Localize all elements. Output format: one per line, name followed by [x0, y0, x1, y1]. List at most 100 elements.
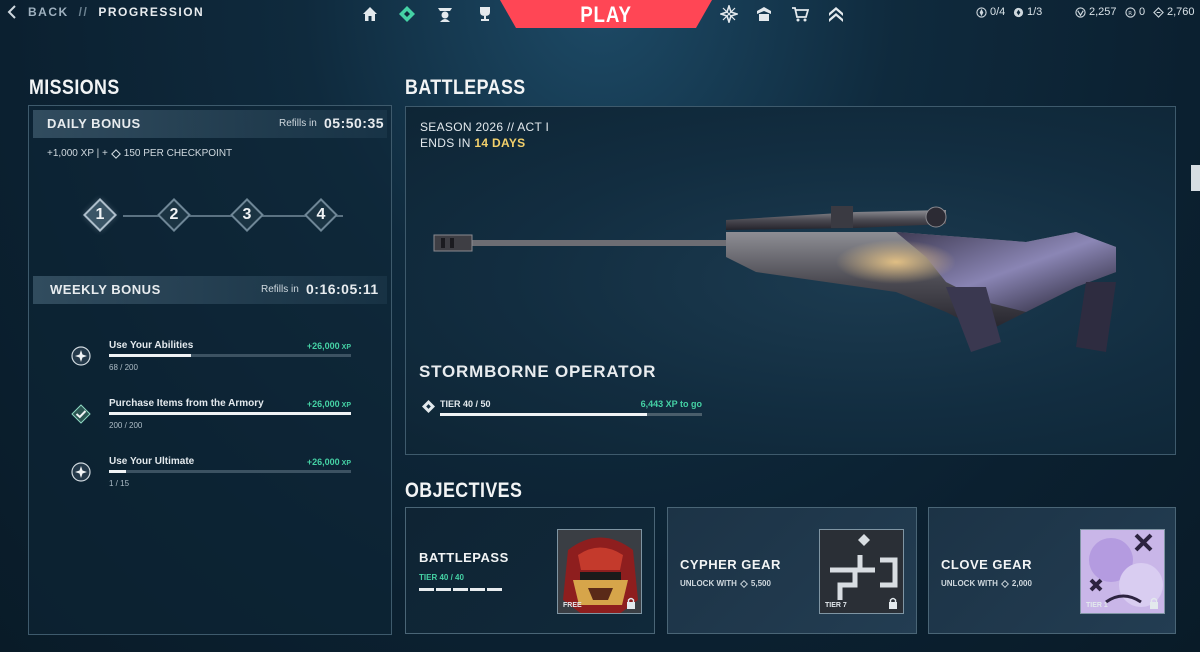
reward-tag: TIER 7	[825, 602, 847, 609]
back-button[interactable]: BACK // PROGRESSION	[6, 5, 204, 19]
mission-progress-fill	[109, 354, 191, 357]
radianite-icon	[976, 6, 987, 18]
objective-title: CYPHER GEAR	[680, 557, 781, 572]
social-icon[interactable]	[753, 4, 775, 24]
sparkle-icon	[71, 346, 91, 366]
reward-tag: FREE	[563, 602, 582, 609]
objective-subtitle: TIER 40 / 40	[419, 573, 464, 582]
battlepass-xp-remaining: 6,443 XP to go	[640, 399, 702, 409]
objective-title: BATTLEPASS	[419, 550, 509, 565]
checkpoint-4: 4	[304, 198, 338, 232]
radianite-points-icon: R	[1125, 6, 1136, 18]
kingdom-icon	[1013, 7, 1024, 17]
weekly-bonus-header: WEEKLY BONUS Refills in 0:16:05:11	[33, 276, 387, 304]
tier-segment	[436, 588, 451, 591]
store-icon[interactable]	[789, 4, 811, 24]
currency-valorant-points[interactable]: 2,257	[1075, 6, 1117, 18]
agents-icon[interactable]	[434, 4, 456, 24]
trophy-icon[interactable]	[474, 4, 496, 24]
tier-segment	[470, 588, 485, 591]
battlepass-item-name: STORMBORNE OPERATOR	[419, 362, 657, 381]
currency-kingdom-credits[interactable]: 2,760	[1153, 6, 1195, 18]
clove-gear-thumbnail: TIER 1	[1080, 529, 1165, 614]
battlepass-panel[interactable]: SEASON 2026 // ACT I ENDS IN 14 DAYS STO…	[405, 106, 1176, 455]
mission-xp: +26,000 XP	[306, 457, 351, 467]
mission-name: Use Your Ultimate	[109, 456, 195, 467]
mission-count: 200 / 200	[109, 421, 143, 430]
objective-card-battlepass[interactable]: BATTLEPASS TIER 40 / 40 FREE	[405, 507, 655, 634]
back-label: BACK	[28, 5, 69, 19]
svg-text:R: R	[1128, 10, 1132, 16]
kingdom-credits-icon	[1153, 6, 1164, 18]
daily-bonus-title: DAILY BONUS	[47, 116, 141, 131]
tier-segment	[419, 588, 434, 591]
currency-radianite-points[interactable]: R 0	[1125, 6, 1145, 18]
battlepass-reward-thumbnail: FREE	[557, 529, 642, 614]
currency-radianite[interactable]: 0/4	[976, 6, 1005, 18]
collection-icon[interactable]	[718, 4, 740, 24]
currency-value: 0	[1139, 6, 1146, 18]
breadcrumb-separator: //	[78, 5, 89, 19]
top-bar: BACK // PROGRESSION PLAY 0/4 1/3 2,257 R…	[0, 0, 1200, 28]
mission-progress-fill	[109, 412, 351, 415]
objectives-heading: OBJECTIVES	[405, 479, 523, 502]
battlepass-heading: BATTLEPASS	[405, 76, 526, 99]
mission-name: Purchase Items from the Armory	[109, 398, 264, 409]
battlepass-icon[interactable]	[396, 4, 418, 24]
lock-icon	[1150, 597, 1158, 609]
rifle-image	[433, 206, 1116, 352]
lock-icon	[889, 597, 897, 609]
currency-value: 0/4	[990, 6, 1006, 18]
play-label: PLAY	[580, 2, 632, 27]
objective-card-clove-gear[interactable]: CLOVE GEAR UNLOCK WITH 2,000 TIER 1	[928, 507, 1176, 634]
play-button[interactable]: PLAY	[500, 0, 712, 28]
lock-icon	[627, 597, 635, 609]
check-icon	[71, 404, 91, 424]
reward-tag: TIER 1	[1086, 602, 1108, 609]
daily-bonus-header: DAILY BONUS Refills in 05:50:35	[33, 110, 387, 138]
checkpoint-1: 1	[83, 198, 117, 232]
battlepass-tier-icon	[422, 400, 435, 413]
battlepass-progress-fill	[440, 413, 647, 416]
weekly-timer: 0:16:05:11	[306, 281, 379, 297]
missions-heading: MISSIONS	[29, 76, 120, 99]
mission-name: Use Your Abilities	[109, 340, 194, 351]
days-remaining: 14 DAYS	[474, 136, 526, 150]
home-icon[interactable]	[359, 4, 381, 24]
currency-kingdom[interactable]: 1/3	[1013, 6, 1042, 18]
season-label: SEASON 2026 // ACT I	[420, 120, 550, 134]
daily-bonus-description: +1,000 XP | + 150 PER CHECKPOINT	[47, 148, 232, 159]
objective-card-cypher-gear[interactable]: CYPHER GEAR UNLOCK WITH 5,500 TIER 7	[667, 507, 917, 634]
kingdom-credits-icon	[1000, 579, 1009, 588]
checkpoint-2: 2	[157, 198, 191, 232]
breadcrumb-current: PROGRESSION	[98, 5, 205, 19]
mission-xp: +26,000 XP	[306, 341, 351, 351]
cypher-gear-thumbnail: TIER 7	[819, 529, 904, 614]
daily-refill-label: Refills in	[279, 118, 317, 129]
mission-progress-track	[109, 470, 351, 473]
currency-value: 2,760	[1167, 6, 1195, 18]
tier-segment	[487, 588, 502, 591]
mission-progress-fill	[109, 470, 126, 473]
kingdom-credits-icon	[739, 579, 748, 588]
currency-value: 1/3	[1027, 6, 1043, 18]
objective-subtitle: UNLOCK WITH 5,500	[680, 579, 771, 588]
mission-count: 1 / 15	[109, 479, 130, 488]
sparkle-icon	[71, 462, 91, 482]
battlepass-tier: TIER 40 / 50	[440, 399, 491, 409]
scrollbar-thumb[interactable]	[1191, 165, 1200, 191]
currency-value: 2,257	[1089, 6, 1117, 18]
objective-title: CLOVE GEAR	[941, 557, 1032, 572]
daily-desc-credits: 150 PER CHECKPOINT	[123, 148, 233, 159]
objective-subtitle: UNLOCK WITH 2,000	[941, 579, 1032, 588]
daily-desc-xp: +1,000 XP | +	[47, 148, 108, 159]
rank-icon[interactable]	[825, 4, 847, 24]
tier-segment	[453, 588, 468, 591]
weekly-bonus-title: WEEKLY BONUS	[50, 282, 161, 297]
daily-timer: 05:50:35	[324, 115, 385, 131]
season-ends: ENDS IN 14 DAYS	[420, 136, 526, 150]
mission-xp: +26,000 XP	[306, 399, 351, 409]
checkpoint-3: 3	[230, 198, 264, 232]
chevron-left-icon	[7, 5, 16, 19]
weekly-refill-label: Refills in	[261, 284, 299, 295]
